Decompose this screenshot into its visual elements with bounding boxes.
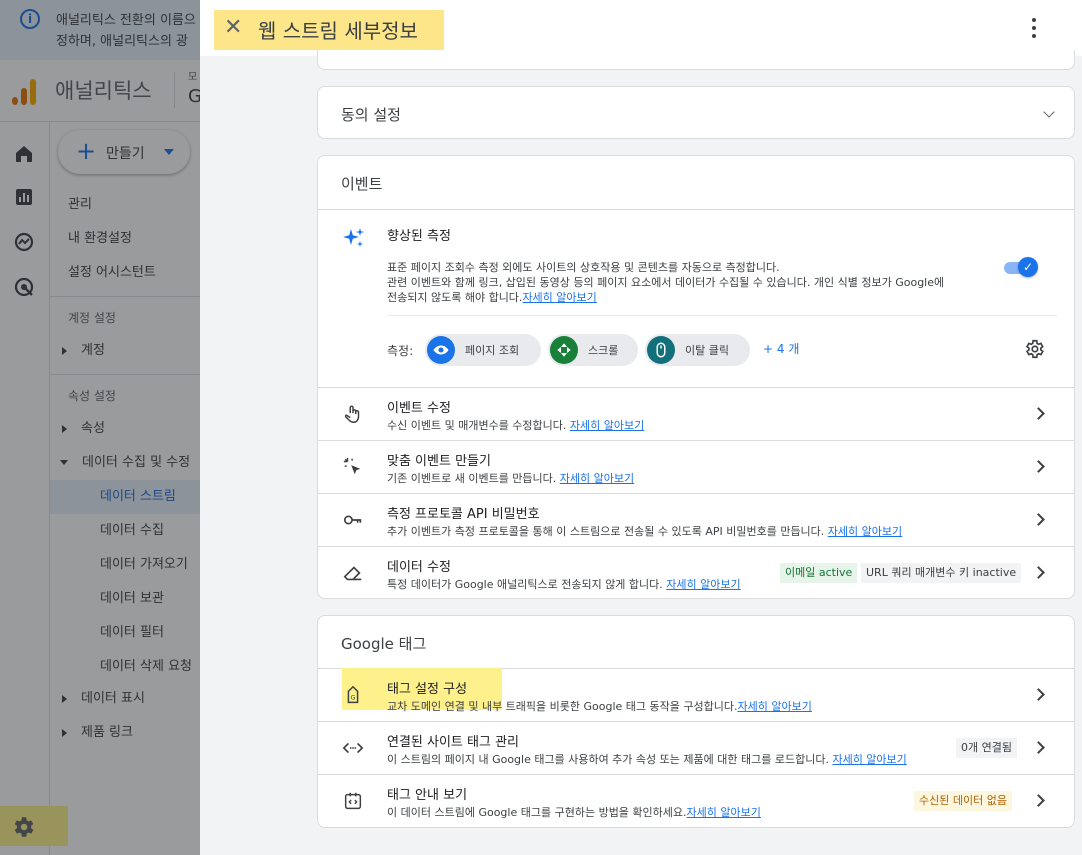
chevron-right-icon <box>1032 513 1045 526</box>
mouse-icon <box>647 336 675 364</box>
status-badge: 이메일 active <box>780 563 858 583</box>
gear-icon[interactable] <box>1023 338 1045 360</box>
status-badge: 0개 연결됨 <box>956 738 1017 758</box>
learn-more-link[interactable]: 자세히 알아보기 <box>687 806 761 819</box>
row-configure-tag-settings[interactable]: G 태그 설정 구성 교차 도메인 연결 및 내부 트래픽을 비롯한 Googl… <box>318 669 1074 721</box>
divider <box>387 315 1057 316</box>
tag-icon: G <box>347 685 359 704</box>
more-vert-icon[interactable] <box>1028 18 1040 38</box>
chevron-right-icon <box>1032 688 1045 701</box>
magic-cursor-icon <box>343 457 361 475</box>
eraser-icon <box>343 566 362 581</box>
chip-page-views: 페이지 조회 <box>425 334 541 366</box>
tag-instructions-icon <box>344 792 362 810</box>
google-tag-card: Google 태그 G 태그 설정 구성 교차 도메인 연결 및 내부 트래픽을… <box>317 615 1075 828</box>
section-title: 이벤트 <box>341 175 383 193</box>
eye-icon <box>427 336 455 364</box>
card <box>317 50 1075 70</box>
status-badge: URL 쿼리 매개변수 키 inactive <box>861 563 1022 583</box>
chevron-right-icon <box>1032 566 1045 579</box>
row-measurement-protocol[interactable]: 측정 프로토콜 API 비밀번호 추가 이벤트가 측정 프로토콜을 통해 이 스… <box>318 494 1074 546</box>
enhanced-measurement-toggle[interactable]: ✓ <box>1004 257 1038 277</box>
row-create-custom-events[interactable]: 맞춤 이벤트 만들기 기존 이벤트로 새 이벤트를 만듭니다. 자세히 알아보기 <box>318 441 1074 493</box>
section-title: Google 태그 <box>341 635 427 653</box>
svg-text:G: G <box>351 694 356 702</box>
consent-settings-card[interactable]: 동의 설정 <box>317 86 1075 139</box>
panel-header: ✕ 웹 스트림 세부정보 <box>200 0 1082 56</box>
stream-details-panel: ✕ 웹 스트림 세부정보 동의 설정 이벤트 향상된 측정 표준 페이지 조회수… <box>200 0 1082 855</box>
enhanced-measurement-title: 향상된 측정 <box>387 229 451 244</box>
scroll-icon <box>550 336 578 364</box>
measuring-label: 측정: <box>387 344 414 358</box>
close-icon[interactable]: ✕ <box>224 14 242 42</box>
chevron-right-icon <box>1032 407 1045 420</box>
chevron-right-icon <box>1032 460 1045 473</box>
more-measurements-link[interactable]: + 4 개 <box>763 340 799 357</box>
events-card: 이벤트 향상된 측정 표준 페이지 조회수 측정 외에도 사이트의 상호작용 및… <box>317 155 1075 599</box>
touch-icon <box>344 405 360 423</box>
chevron-right-icon <box>1032 794 1045 807</box>
consent-title: 동의 설정 <box>341 106 401 124</box>
learn-more-link[interactable]: 자세히 알아보기 <box>738 700 812 713</box>
scrim[interactable] <box>0 0 200 855</box>
code-icon <box>342 742 364 754</box>
learn-more-link[interactable]: 자세히 알아보기 <box>828 525 902 538</box>
chevron-right-icon <box>1032 741 1045 754</box>
status-badge: 수신된 데이터 없음 <box>914 791 1012 811</box>
learn-more-link[interactable]: 자세히 알아보기 <box>522 291 596 304</box>
check-icon: ✓ <box>1018 257 1038 277</box>
chip-scroll: 스크롤 <box>548 334 638 366</box>
chevron-down-icon <box>1043 106 1055 118</box>
row-data-redaction[interactable]: 데이터 수정 특정 데이터가 Google 애널리틱스로 전송되지 않게 합니다… <box>318 547 1074 599</box>
learn-more-link[interactable]: 자세히 알아보기 <box>666 578 740 591</box>
learn-more-link[interactable]: 자세히 알아보기 <box>570 419 644 432</box>
row-manage-connected-site-tags[interactable]: 연결된 사이트 태그 관리 이 스트림의 페이지 내 Google 태그를 사용… <box>318 722 1074 774</box>
key-icon <box>343 515 362 525</box>
row-view-tag-instructions[interactable]: 태그 안내 보기 이 데이터 스트림에 Google 태그를 구현하는 방법을 … <box>318 775 1074 827</box>
chip-outbound-clicks: 이탈 클릭 <box>645 334 750 366</box>
panel-title: 웹 스트림 세부정보 <box>258 19 418 43</box>
divider <box>318 209 1074 210</box>
learn-more-link[interactable]: 자세히 알아보기 <box>832 753 906 766</box>
sparkle-icon <box>343 228 364 247</box>
enhanced-measurement-desc: 표준 페이지 조회수 측정 외에도 사이트의 상호작용 및 콘텐츠를 자동으로 … <box>387 261 945 304</box>
learn-more-link[interactable]: 자세히 알아보기 <box>560 472 634 485</box>
row-modify-events[interactable]: 이벤트 수정 수신 이벤트 및 매개변수를 수정합니다. 자세히 알아보기 <box>318 388 1074 440</box>
